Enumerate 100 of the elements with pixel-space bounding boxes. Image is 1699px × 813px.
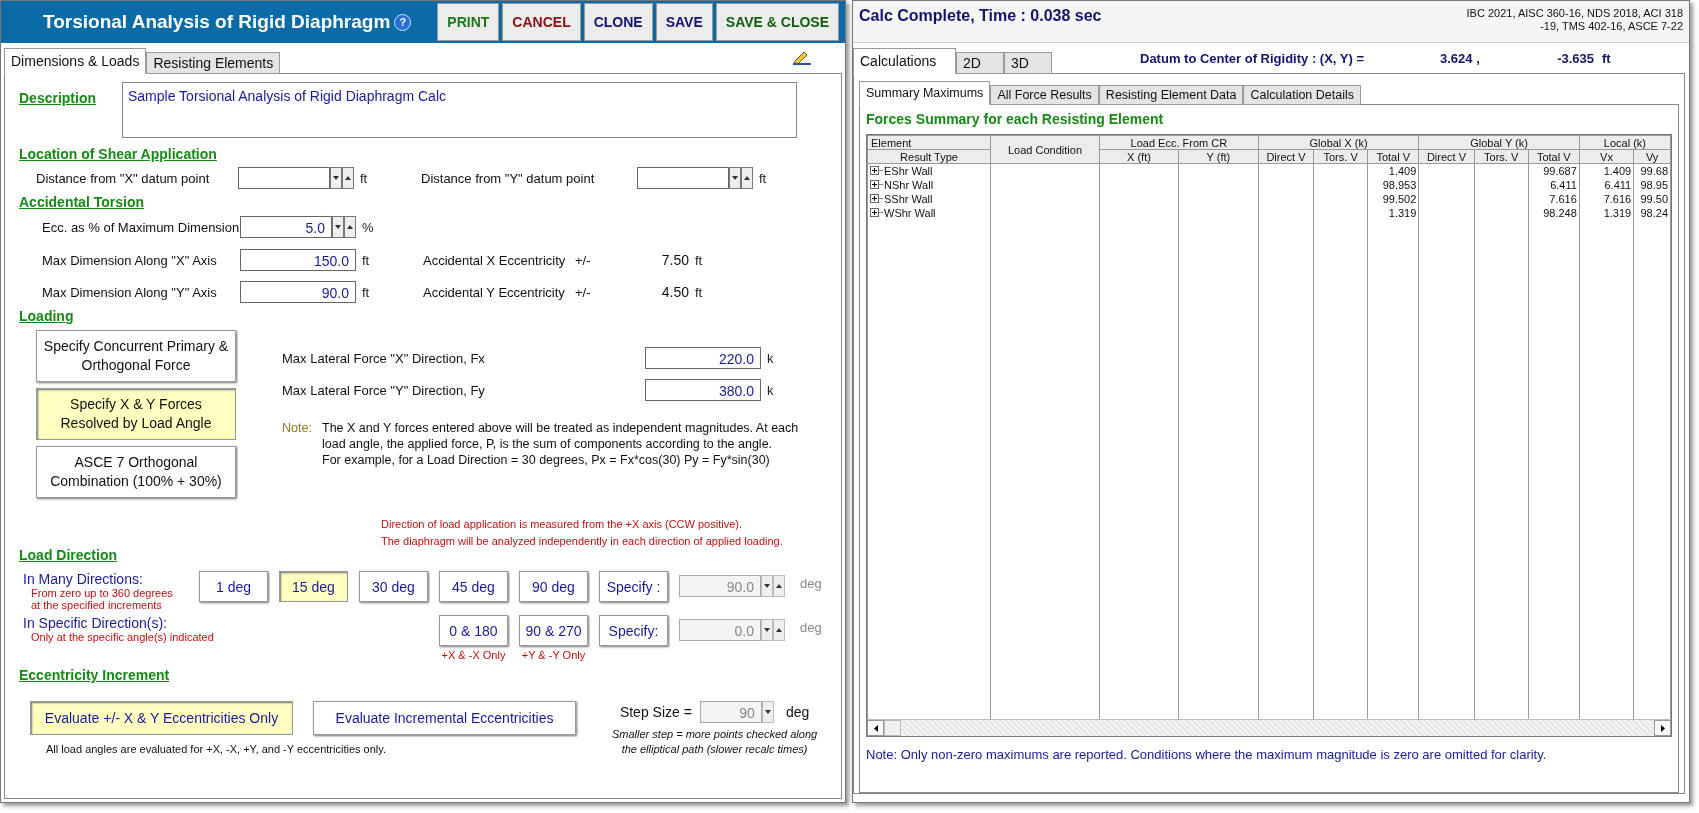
hint-text: the elliptical path (slower recalc times) — [620, 742, 809, 757]
direction-label: In Many Directions: — [23, 571, 144, 587]
table-cell: 99.502 — [1382, 192, 1417, 205]
field-label: Max Dimension Along "Y" Axis — [41, 284, 218, 300]
value-text: 7.50 — [660, 252, 689, 268]
mode-button[interactable]: ASCE 7 Orthogonal Combination (100% + 30%) — [36, 446, 236, 498]
table-cell: 7.616 — [1549, 192, 1577, 205]
table-cell: 1.319 — [1388, 206, 1417, 219]
codes-text: -19, TMS 402-16, ASCE 7-22 — [1539, 20, 1683, 33]
section-heading: Accidental Torsion — [19, 194, 144, 210]
number-field[interactable]: 220.0 — [645, 347, 761, 369]
toolbar-button[interactable]: CANCEL — [502, 3, 581, 41]
field-label: Step Size = — [619, 704, 692, 720]
tab[interactable]: Resisting Elements — [146, 52, 281, 74]
table-cell: 7.616 — [1603, 192, 1632, 205]
element-name: EShr Wall — [884, 164, 933, 177]
number-field[interactable]: 380.0 — [645, 379, 761, 401]
tab[interactable]: 3D — [1004, 52, 1052, 74]
hint-text: Smaller step = more points checked along — [612, 727, 818, 742]
section-heading: Description — [19, 90, 97, 106]
note-label: Note: — [282, 420, 313, 437]
column-header: Load Condition — [990, 135, 1100, 164]
angle-note: +Y & -Y Only — [521, 649, 586, 661]
mode-button[interactable]: Specify Concurrent Primary & Orthogonal Force — [36, 330, 236, 382]
unit-label: deg — [800, 576, 823, 591]
field-label: Distance from "X" datum point — [35, 170, 211, 186]
tab[interactable]: Resisting Element Data — [1098, 85, 1244, 105]
field-label: Max Lateral Force "Y" Direction, Fy — [282, 382, 486, 398]
table-cell: 98.24 — [1640, 206, 1668, 219]
tab[interactable]: Dimensions & Loads — [4, 48, 147, 74]
hint-text: Only at the specific angle(s) indicated — [30, 631, 215, 643]
description-field[interactable]: Sample Torsional Analysis of Rigid Diaphragm Calc — [122, 82, 797, 138]
element-name: SShr Wall — [884, 192, 933, 205]
warning-text: The diaphragm will be analyzed independently in each direction of applied loading. — [381, 535, 784, 547]
datum-label: Datum to Center of Rigidity : (X, Y) = — [1140, 50, 1366, 66]
table-cell: 1.409 — [1388, 164, 1417, 177]
unit-label: k — [766, 350, 775, 366]
number-field[interactable]: 5.0 — [240, 216, 332, 238]
unit-label: % — [361, 219, 375, 235]
window-title: Torsional Analysis of Rigid Diaphragm — [42, 11, 392, 33]
field-label: Max Dimension Along "X" Axis — [41, 252, 218, 268]
table-cell: 99.687 — [1543, 164, 1577, 177]
unit-label: deg — [800, 620, 823, 635]
tab[interactable]: Calculations — [853, 48, 956, 74]
unit-label: ft — [359, 170, 369, 186]
toolbar-button[interactable]: SAVE & CLOSE — [715, 3, 839, 41]
tab[interactable]: Summary Maximums — [859, 81, 991, 105]
column-header: Local (k) — [1579, 135, 1671, 150]
number-field[interactable]: 150.0 — [240, 249, 356, 271]
tab[interactable]: All Force Results — [990, 85, 1099, 105]
eccentricity-button[interactable]: Evaluate Incremental Eccentricities — [313, 701, 576, 735]
table-heading: Forces Summary for each Resisting Element — [866, 111, 1165, 127]
table-cell: 6.411 — [1550, 178, 1577, 191]
unit-label: ft — [1602, 50, 1611, 66]
tab[interactable]: 2D — [956, 52, 1004, 74]
value-text: 3.624 , — [1440, 50, 1481, 66]
section-heading: Location of Shear Application — [19, 146, 217, 162]
table-cell: 98.953 — [1382, 178, 1417, 191]
toolbar-button[interactable]: SAVE — [655, 3, 713, 41]
field-label: Distance from "Y" datum point — [421, 170, 596, 186]
codes-text: IBC 2021, AISC 360-16, NDS 2018, ACI 318 — [1466, 7, 1683, 20]
sign-label: +/- — [575, 252, 592, 268]
section-heading: Loading — [19, 308, 74, 324]
note-text: For example, for a Load Direction = 30 degrees, Px = Fx*cos(30) Py = Fy*sin(30) — [322, 452, 771, 468]
section-heading: Eccentricity Increment — [19, 667, 171, 683]
table-cell: 1.319 — [1603, 206, 1632, 219]
column-header: Global X (k) — [1258, 135, 1419, 150]
status-text: Calc Complete, Time : 0.038 sec — [859, 7, 1102, 26]
column-header: Global Y (k) — [1418, 135, 1580, 150]
toolbar-button[interactable]: PRINT — [437, 3, 500, 41]
value-text: -3.635 — [1556, 50, 1594, 66]
unit-label: ft — [694, 252, 704, 268]
field-label: Max Lateral Force "X" Direction, Fx — [282, 350, 486, 366]
unit-label: ft — [694, 284, 704, 300]
field-label: Accidental Y Eccentricity — [423, 284, 566, 300]
number-field[interactable]: 90.0 — [240, 281, 356, 303]
element-name: WShr Wall — [884, 206, 936, 219]
unit-label: ft — [361, 252, 371, 268]
field-label: Ecc. as % of Maximum Dimension — [41, 219, 240, 235]
unit-label: deg — [785, 704, 810, 720]
section-heading: Load Direction — [19, 547, 117, 563]
hint-text: From zero up to 360 degrees — [30, 587, 174, 599]
info-text: All load angles are evaluated for +X, -X, +Y, and -Y eccentricities only. — [45, 743, 387, 755]
help-button[interactable]: ? — [394, 13, 412, 31]
field-label: Accidental X Eccentricity — [423, 252, 567, 268]
warning-text: Direction of load application is measured from the +X axis (CCW positive). — [381, 518, 743, 530]
toolbar-button[interactable]: CLONE — [583, 3, 653, 41]
element-name: NShr Wall — [884, 178, 934, 191]
table-cell: 6.411 — [1604, 178, 1632, 191]
eccentricity-button[interactable]: Evaluate +/- X & Y Eccentricities Only — [30, 701, 293, 735]
angle-note: +X & -X Only — [441, 649, 506, 661]
note-text: load angle, the applied force, P, is the sum of components according to the angle. — [322, 436, 774, 452]
unit-label: ft — [361, 284, 371, 300]
table-cell: 98.248 — [1543, 206, 1577, 219]
note-text: The X and Y forces entered above will be treated as independent magnitudes. At each — [322, 420, 799, 436]
mode-button[interactable]: Specify X & Y Forces Resolved by Load Angle — [36, 388, 236, 440]
value-text: 4.50 — [660, 284, 689, 300]
table-cell: 1.409 — [1603, 164, 1632, 177]
tab[interactable]: Calculation Details — [1243, 85, 1361, 105]
sign-label: +/- — [575, 284, 592, 300]
